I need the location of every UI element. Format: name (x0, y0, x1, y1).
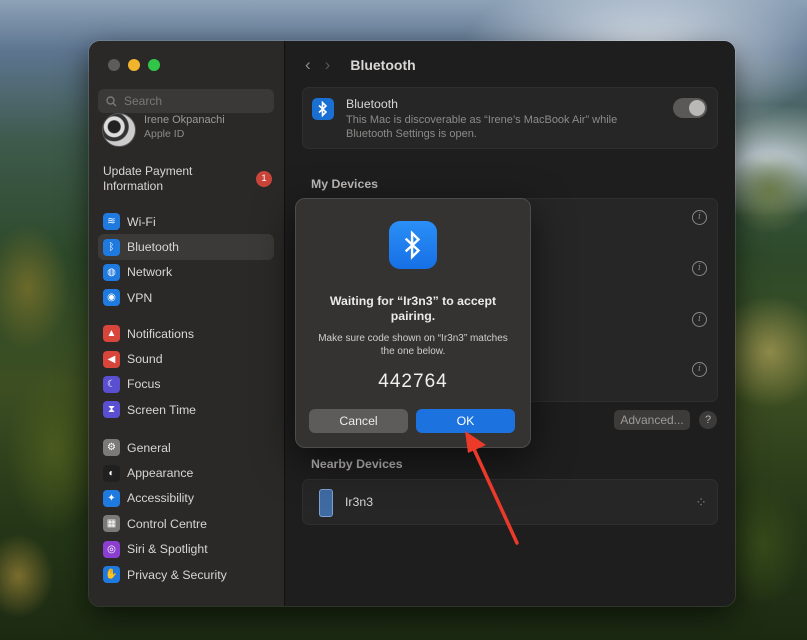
pairing-code: 442764 (378, 371, 448, 392)
siri-icon: ◎ (103, 540, 120, 558)
sidebar-item-siri-spotlight[interactable]: ◎ Siri & Spotlight (98, 537, 274, 562)
update-payment-item[interactable]: Update Payment Information 1 (103, 164, 273, 194)
search-input[interactable] (122, 93, 266, 109)
maximize-button[interactable] (148, 59, 160, 71)
control-centre-icon: ▦ (103, 515, 120, 533)
sidebar-item-label: General (127, 440, 171, 455)
sidebar-item-notifications[interactable]: ▲ Notifications (98, 321, 274, 346)
speaker-icon: ◀ (103, 350, 120, 368)
sidebar-group-network: ≋ Wi-Fi ᛒ Bluetooth ◍ Network ◉ VPN (98, 209, 274, 311)
apple-id-profile[interactable]: Irene Okpanachi Apple ID (102, 113, 225, 147)
appearance-icon: ◐ (103, 464, 120, 482)
hourglass-icon: ⧗ (103, 401, 120, 419)
sidebar-item-general[interactable]: ⚙ General (98, 435, 274, 460)
sidebar: Irene Okpanachi Apple ID Update Payment … (89, 41, 285, 606)
sidebar-item-label: Accessibility (127, 491, 194, 506)
device-info-icon[interactable]: i (692, 312, 707, 327)
wallpaper-right (732, 0, 807, 640)
sidebar-item-appearance[interactable]: ◐ Appearance (98, 460, 274, 485)
wifi-icon: ≋ (103, 213, 120, 231)
sidebar-group-notifications: ▲ Notifications ◀ Sound ☾ Focus ⧗ Screen Time (98, 321, 274, 423)
sidebar-item-label: Wi-Fi (127, 214, 156, 229)
avatar (102, 113, 136, 147)
search-icon (106, 95, 117, 106)
bluetooth-title: Bluetooth (346, 97, 398, 111)
help-button[interactable]: ? (699, 411, 717, 429)
sidebar-item-label: Bluetooth (127, 240, 179, 255)
bluetooth-icon (389, 221, 437, 269)
pairing-dialog: Waiting for “Ir3n3” to accept pairing. M… (295, 198, 531, 448)
sidebar-item-label: Siri & Spotlight (127, 542, 208, 557)
toggle-knob (689, 100, 705, 116)
sidebar-item-label: Sound (127, 352, 163, 367)
sidebar-item-label: Focus (127, 377, 161, 392)
notification-badge: 1 (256, 171, 272, 187)
hand-icon: ✋ (103, 566, 120, 584)
sidebar-item-label: VPN (127, 290, 153, 305)
page-title: Bluetooth (350, 57, 416, 73)
window-controls (108, 59, 160, 71)
profile-subtitle: Apple ID (144, 128, 185, 140)
sidebar-item-label: Network (127, 265, 173, 280)
sidebar-item-bluetooth[interactable]: ᛒ Bluetooth (98, 234, 274, 260)
device-info-icon[interactable]: i (692, 362, 707, 377)
sidebar-item-network[interactable]: ◍ Network (98, 260, 274, 285)
minimize-button[interactable] (128, 59, 140, 71)
close-button[interactable] (108, 59, 120, 71)
sidebar-item-wi-fi[interactable]: ≋ Wi-Fi (98, 209, 274, 234)
accessibility-icon: ✦ (103, 489, 120, 507)
toolbar: ‹ › Bluetooth (305, 55, 416, 75)
gear-icon: ⚙ (103, 439, 120, 457)
moon-icon: ☾ (103, 375, 120, 393)
globe-icon: ◍ (103, 263, 120, 281)
sidebar-item-accessibility[interactable]: ✦ Accessibility (98, 486, 274, 511)
sidebar-item-label: Notifications (127, 326, 194, 341)
dialog-message: Make sure code shown on “Ir3n3” matches … (318, 333, 508, 357)
sidebar-item-label: Appearance (127, 466, 194, 481)
advanced-button[interactable]: Advanced... (614, 410, 690, 430)
loading-spinner-icon: ⁘ (695, 494, 707, 510)
profile-name: Irene Okpanachi (144, 114, 225, 126)
vpn-icon: ◉ (103, 289, 120, 307)
sidebar-item-label: Control Centre (127, 516, 207, 531)
dialog-title: Waiting for “Ir3n3” to accept pairing. (329, 294, 497, 323)
sidebar-item-control-centre[interactable]: ▦ Control Centre (98, 511, 274, 536)
sidebar-item-screen-time[interactable]: ⧗ Screen Time (98, 397, 274, 422)
forward-button[interactable]: › (325, 55, 331, 75)
cancel-button[interactable]: Cancel (309, 409, 408, 433)
my-devices-heading: My Devices (311, 177, 378, 191)
bell-icon: ▲ (103, 325, 120, 343)
sidebar-group-system: ⚙ General ◐ Appearance ✦ Accessibility ▦ Contro… (98, 435, 274, 587)
sidebar-item-privacy-security[interactable]: ✋ Privacy & Security (98, 562, 274, 587)
back-button[interactable]: ‹ (305, 55, 311, 75)
nearby-devices-heading: Nearby Devices (311, 457, 403, 471)
bluetooth-icon: ᛒ (103, 238, 120, 256)
sidebar-item-vpn[interactable]: ◉ VPN (98, 285, 274, 310)
bluetooth-card: Bluetooth This Mac is discoverable as “I… (302, 87, 718, 149)
bluetooth-description: This Mac is discoverable as “Irene’s Mac… (346, 114, 618, 140)
nearby-device-name: Ir3n3 (345, 495, 374, 509)
sidebar-item-sound[interactable]: ◀ Sound (98, 346, 274, 371)
search-field[interactable] (98, 89, 274, 113)
sidebar-item-focus[interactable]: ☾ Focus (98, 372, 274, 397)
device-info-icon[interactable]: i (692, 210, 707, 225)
sidebar-item-label: Privacy & Security (127, 567, 227, 582)
phone-icon (319, 489, 333, 517)
wallpaper-left (0, 0, 92, 640)
sidebar-item-label: Screen Time (127, 402, 197, 417)
update-payment-label: Update Payment Information (103, 164, 193, 193)
bluetooth-icon (312, 98, 334, 120)
annotation-arrow (465, 431, 519, 545)
bluetooth-toggle[interactable] (673, 98, 707, 118)
device-info-icon[interactable]: i (692, 261, 707, 276)
